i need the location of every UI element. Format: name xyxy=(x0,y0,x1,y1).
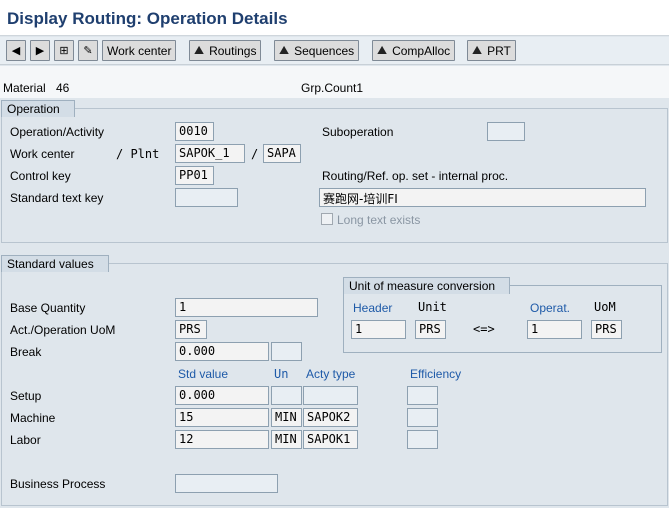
col-std-value: Std value xyxy=(178,367,229,381)
next-button[interactable]: ▶ xyxy=(30,40,50,61)
uom-header-label: Header xyxy=(353,301,393,315)
grpcount-label: Grp.Count1 xyxy=(301,81,364,95)
suboperation-field[interactable] xyxy=(487,122,525,141)
suboperation-label: Suboperation xyxy=(322,125,394,139)
uom-uom-label: UoM xyxy=(594,300,616,314)
standard-text-field[interactable] xyxy=(175,188,238,207)
col-un: Un xyxy=(274,367,289,381)
standard-text-label: Standard text key xyxy=(10,191,104,205)
break-label: Break xyxy=(10,345,42,359)
control-key-field[interactable]: PP01 xyxy=(175,166,214,185)
mountain-icon: ⛰ xyxy=(279,43,290,57)
business-process-field[interactable] xyxy=(175,474,278,493)
op-activity-field[interactable]: 0010 xyxy=(175,122,214,141)
labor-label: Labor xyxy=(10,433,41,447)
machine-acty-field[interactable]: SAPOK2 xyxy=(303,408,358,427)
base-qty-field[interactable]: 1 xyxy=(175,298,318,317)
routing-ref-label: Routing/Ref. op. set - internal proc. xyxy=(322,169,509,183)
routings-button[interactable]: ⛰ Routings xyxy=(189,40,262,61)
mountain-icon: ⛰ xyxy=(194,43,205,57)
machine-unit-field[interactable]: MIN xyxy=(271,408,302,427)
material-value: 46 xyxy=(56,81,70,95)
uom-conversion-group xyxy=(343,285,662,353)
work-center-field[interactable]: SAPOK_1 xyxy=(175,144,245,163)
material-label: Material xyxy=(3,81,46,95)
operation-description-field[interactable]: 赛跑网-培训FI xyxy=(319,188,646,207)
machine-value-field[interactable]: 15 xyxy=(175,408,269,427)
long-text-checkbox[interactable] xyxy=(321,213,333,225)
base-qty-label: Base Quantity xyxy=(10,301,86,315)
uom-conversion-arrow: <=> xyxy=(473,322,495,336)
uom-unit-label: Unit xyxy=(418,300,447,314)
uom-operat-value-field[interactable]: 1 xyxy=(527,320,582,339)
operation-section-title: Operation xyxy=(1,100,75,117)
setup-label: Setup xyxy=(10,389,42,403)
application-toolbar: ◀ ▶ ⊞ ✎ Work center ⛰ Routings ⛰ Sequences… xyxy=(0,37,669,65)
uom-operat-label: Operat. xyxy=(530,301,571,315)
work-center-button[interactable]: Work center xyxy=(102,40,177,61)
break-field[interactable]: 0.000 xyxy=(175,342,269,361)
setup-acty-field[interactable] xyxy=(303,386,358,405)
prt-button[interactable]: ⛰ PRT xyxy=(467,40,516,61)
col-efficiency: Efficiency xyxy=(410,367,462,381)
sequences-button[interactable]: ⛰ Sequences xyxy=(274,40,360,61)
act-uom-field[interactable]: PRS xyxy=(175,320,207,339)
uom-operat-uom-field[interactable]: PRS xyxy=(591,320,622,339)
pencil-icon: ✎ xyxy=(83,45,93,57)
compalloc-button[interactable]: ⛰ CompAlloc xyxy=(372,40,456,61)
labor-acty-field[interactable]: SAPOK1 xyxy=(303,430,358,449)
hierarchy-button[interactable]: ⊞ xyxy=(54,40,74,61)
standard-values-section-title: Standard values xyxy=(1,255,109,272)
labor-unit-field[interactable]: MIN xyxy=(271,430,302,449)
op-activity-label: Operation/Activity xyxy=(10,125,105,139)
machine-label: Machine xyxy=(10,411,56,425)
triangle-left-icon: ◀ xyxy=(11,45,21,57)
page-title: Display Routing: Operation Details xyxy=(7,9,288,28)
col-acty-type: Acty type xyxy=(306,367,356,381)
labor-efficiency-field[interactable] xyxy=(407,430,438,449)
plant-field[interactable]: SAPA xyxy=(263,144,301,163)
uom-header-value-field[interactable]: 1 xyxy=(351,320,406,339)
long-text-label: Long text exists xyxy=(337,213,421,227)
labor-value-field[interactable]: 12 xyxy=(175,430,269,449)
hierarchy-icon: ⊞ xyxy=(59,45,69,57)
plnt-label: / Plnt xyxy=(116,147,160,161)
control-key-label: Control key xyxy=(10,169,71,183)
break-unit-field[interactable] xyxy=(271,342,302,361)
triangle-right-icon: ▶ xyxy=(35,45,45,57)
setup-efficiency-field[interactable] xyxy=(407,386,438,405)
edit-button[interactable]: ✎ xyxy=(78,40,98,61)
previous-button[interactable]: ◀ xyxy=(6,40,26,61)
work-center-label: Work center xyxy=(10,147,75,161)
business-process-label: Business Process xyxy=(10,477,106,491)
mountain-icon: ⛰ xyxy=(377,43,388,57)
mountain-icon: ⛰ xyxy=(472,43,483,57)
setup-unit-field[interactable] xyxy=(271,386,302,405)
plant-separator: / xyxy=(251,147,259,161)
machine-efficiency-field[interactable] xyxy=(407,408,438,427)
uom-header-unit-field[interactable]: PRS xyxy=(415,320,446,339)
setup-value-field[interactable]: 0.000 xyxy=(175,386,269,405)
uom-conversion-title: Unit of measure conversion xyxy=(343,277,511,294)
act-uom-label: Act./Operation UoM xyxy=(10,323,116,337)
